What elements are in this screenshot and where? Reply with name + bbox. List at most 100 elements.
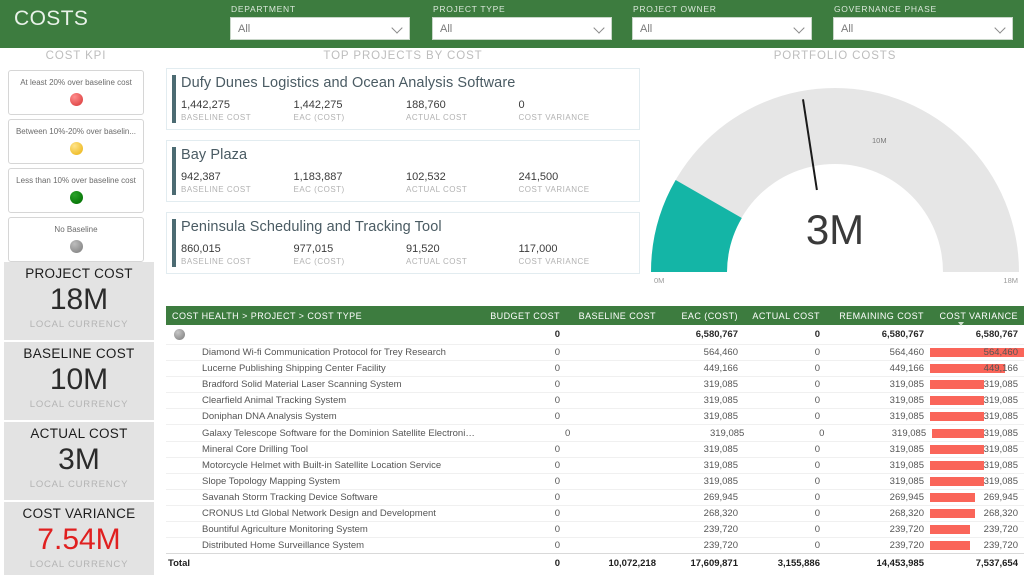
kpi-tile-value: 3M [58,443,100,477]
table-body[interactable]: 06,580,76706,580,7676,580,767Diamond Wi-… [166,325,1024,553]
table-row-project: Distributed Home Surveillance System [166,540,472,551]
table-row[interactable]: CRONUS Ltd Global Network Design and Dev… [166,506,1024,522]
slicer-department-box[interactable]: All [230,17,410,40]
table-row[interactable]: Diamond Wi-fi Communication Protocol for… [166,345,1024,361]
slicer-project-owner-box[interactable]: All [632,17,812,40]
cost-detail-table[interactable]: COST HEALTH > PROJECT > COST TYPE BUDGET… [166,306,1024,575]
table-row-actual-cost: 0 [744,379,826,390]
chevron-down-icon[interactable] [994,22,1005,33]
chevron-down-icon[interactable] [593,22,604,33]
chevron-down-icon[interactable] [793,22,804,33]
cost-variance-data-bar [930,461,984,470]
table-row[interactable]: Motorcycle Helmet with Built-in Satellit… [166,458,1024,474]
table-column-header-eac-cost[interactable]: EAC (COST) [662,311,744,321]
cost-kpi-legend-label: No Baseline [12,224,140,235]
table-row-cost-variance: 319,085 [932,428,1024,439]
table-row[interactable]: Clearfield Animal Tracking System 0 319,08… [166,393,1024,409]
green-status-dot-icon [70,191,83,204]
app-header: COSTS DEPARTMENT All PROJECT TYPE All PR… [0,0,1024,48]
project-metric-cost-variance: 241,500 COST VARIANCE [519,171,632,194]
table-row[interactable]: Doniphan DNA Analysis System0319,0850319… [166,409,1024,425]
table-row-budget-cost: 0 [472,444,566,455]
table-row-budget-cost: 0 [472,460,566,471]
kpi-tile-project-cost[interactable]: PROJECT COST 18M LOCAL CURRENCY [4,262,154,340]
slicer-department[interactable]: DEPARTMENT All [230,4,410,40]
cost-variance-data-bar [930,477,984,486]
cost-variance-data-bar [930,445,984,454]
project-metric-value: 1,442,275 [294,99,407,111]
project-metric-actual-cost: 102,532 ACTUAL COST [406,171,519,194]
project-metric-label: BASELINE COST [181,113,294,122]
table-column-header-baseline-cost[interactable]: BASELINE COST [566,311,662,321]
table-row-remaining-cost: 319,085 [826,411,930,422]
table-column-header-cost-health[interactable]: COST HEALTH > PROJECT > COST TYPE [166,311,472,321]
table-row-eac-cost: 239,720 [662,540,744,551]
table-row-project: Motorcycle Helmet with Built-in Satellit… [166,460,472,471]
cost-kpi-legend-item-yellow[interactable]: Between 10%-20% over baselin... [8,119,144,164]
project-metric-value: 102,532 [406,171,519,183]
table-row[interactable]: Bountiful Agriculture Monitoring System0… [166,522,1024,538]
table-total-row: Total 0 10,072,218 17,609,871 3,155,886 … [166,553,1024,573]
chevron-down-icon[interactable] [391,22,402,33]
slicer-governance-phase-box[interactable]: All [833,17,1013,40]
table-row-budget-cost: 0 [484,428,576,439]
cost-variance-data-bar [930,380,984,389]
kpi-tile-actual-cost[interactable]: ACTUAL COST 3M LOCAL CURRENCY [4,422,154,500]
table-row-budget-cost: 0 [472,379,566,390]
cost-kpi-legend-item-no-baseline[interactable]: No Baseline [8,217,144,262]
table-row-cost-variance: 319,085 [930,395,1024,406]
project-card[interactable]: Bay Plaza 942,387 BASELINE COST 1,183,88… [166,140,640,202]
table-row-project: Savanah Storm Tracking Device Software [166,492,472,503]
table-row-project: Diamond Wi-fi Communication Protocol for… [166,347,472,358]
table-row-cost-variance: 239,720 [930,524,1024,535]
slicer-project-type[interactable]: PROJECT TYPE All [432,4,612,40]
table-column-header-budget-cost[interactable]: BUDGET COST [472,311,566,321]
table-column-header-remaining-cost[interactable]: REMAINING COST [826,311,930,321]
table-row-actual-cost: 0 [744,508,826,519]
total-eac-cost: 17,609,871 [662,558,744,569]
table-row-project: Clearfield Animal Tracking System [166,395,472,406]
project-card-name: Peninsula Scheduling and Tracking Tool [181,219,631,235]
total-actual-cost: 3,155,886 [744,558,826,569]
kpi-tile-subtitle: LOCAL CURRENCY [30,559,128,570]
project-metric-value: 0 [519,99,632,111]
table-row-remaining-cost: 319,085 [826,476,930,487]
table-row-actual-cost: 0 [744,476,826,487]
table-row[interactable]: Slope Topology Mapping System0319,085031… [166,474,1024,490]
project-card[interactable]: Dufy Dunes Logistics and Ocean Analysis … [166,68,640,130]
table-group-row-kpi [166,329,472,340]
project-metric-actual-cost: 188,760 ACTUAL COST [406,99,519,122]
kpi-tile-cost-variance[interactable]: COST VARIANCE 7.54M LOCAL CURRENCY [4,502,154,575]
table-row-project: Slope Topology Mapping System [166,476,472,487]
project-metric-actual-cost: 91,520 ACTUAL COST [406,243,519,266]
cost-kpi-legend-item-red[interactable]: At least 20% over baseline cost [8,70,144,115]
project-metric-value: 241,500 [519,171,632,183]
table-row-eac-cost: 319,085 [670,428,750,439]
kpi-tile-baseline-cost[interactable]: BASELINE COST 10M LOCAL CURRENCY [4,342,154,420]
project-card[interactable]: Peninsula Scheduling and Tracking Tool 8… [166,212,640,274]
slicer-project-type-box[interactable]: All [432,17,612,40]
group-budget-cost: 0 [472,329,566,340]
project-metric-label: COST VARIANCE [519,257,632,266]
table-row-remaining-cost: 564,460 [826,347,930,358]
table-row[interactable]: Savanah Storm Tracking Device Software02… [166,490,1024,506]
table-row[interactable]: Bradford Solid Material Laser Scanning S… [166,377,1024,393]
table-group-row[interactable]: 06,580,76706,580,7676,580,767 [166,325,1024,345]
table-row[interactable]: Mineral Core Drilling Tool0319,0850319,0… [166,442,1024,458]
table-row-project: Bradford Solid Material Laser Scanning S… [166,379,472,390]
slicer-governance-phase[interactable]: GOVERNANCE PHASE All [833,4,1013,40]
project-metric-value: 91,520 [406,243,519,255]
table-row[interactable]: Galaxy Telescope Software for the Domini… [166,425,1024,441]
project-card-name: Dufy Dunes Logistics and Ocean Analysis … [181,75,631,91]
table-column-header-cost-variance[interactable]: COST VARIANCE [930,311,1024,321]
project-metric-label: ACTUAL COST [406,113,519,122]
table-row-actual-cost: 0 [744,395,826,406]
cost-kpi-legend-item-green[interactable]: Less than 10% over baseline cost [8,168,144,213]
group-eac-cost: 6,580,767 [662,329,744,340]
table-row-eac-cost: 319,085 [662,476,744,487]
table-column-header-actual-cost[interactable]: ACTUAL COST [744,311,826,321]
table-row[interactable]: Lucerne Publishing Shipping Center Facil… [166,361,1024,377]
table-row[interactable]: Distributed Home Surveillance System0239… [166,538,1024,553]
top-projects-list[interactable]: Dufy Dunes Logistics and Ocean Analysis … [166,68,640,283]
slicer-project-owner[interactable]: PROJECT OWNER All [632,4,812,40]
